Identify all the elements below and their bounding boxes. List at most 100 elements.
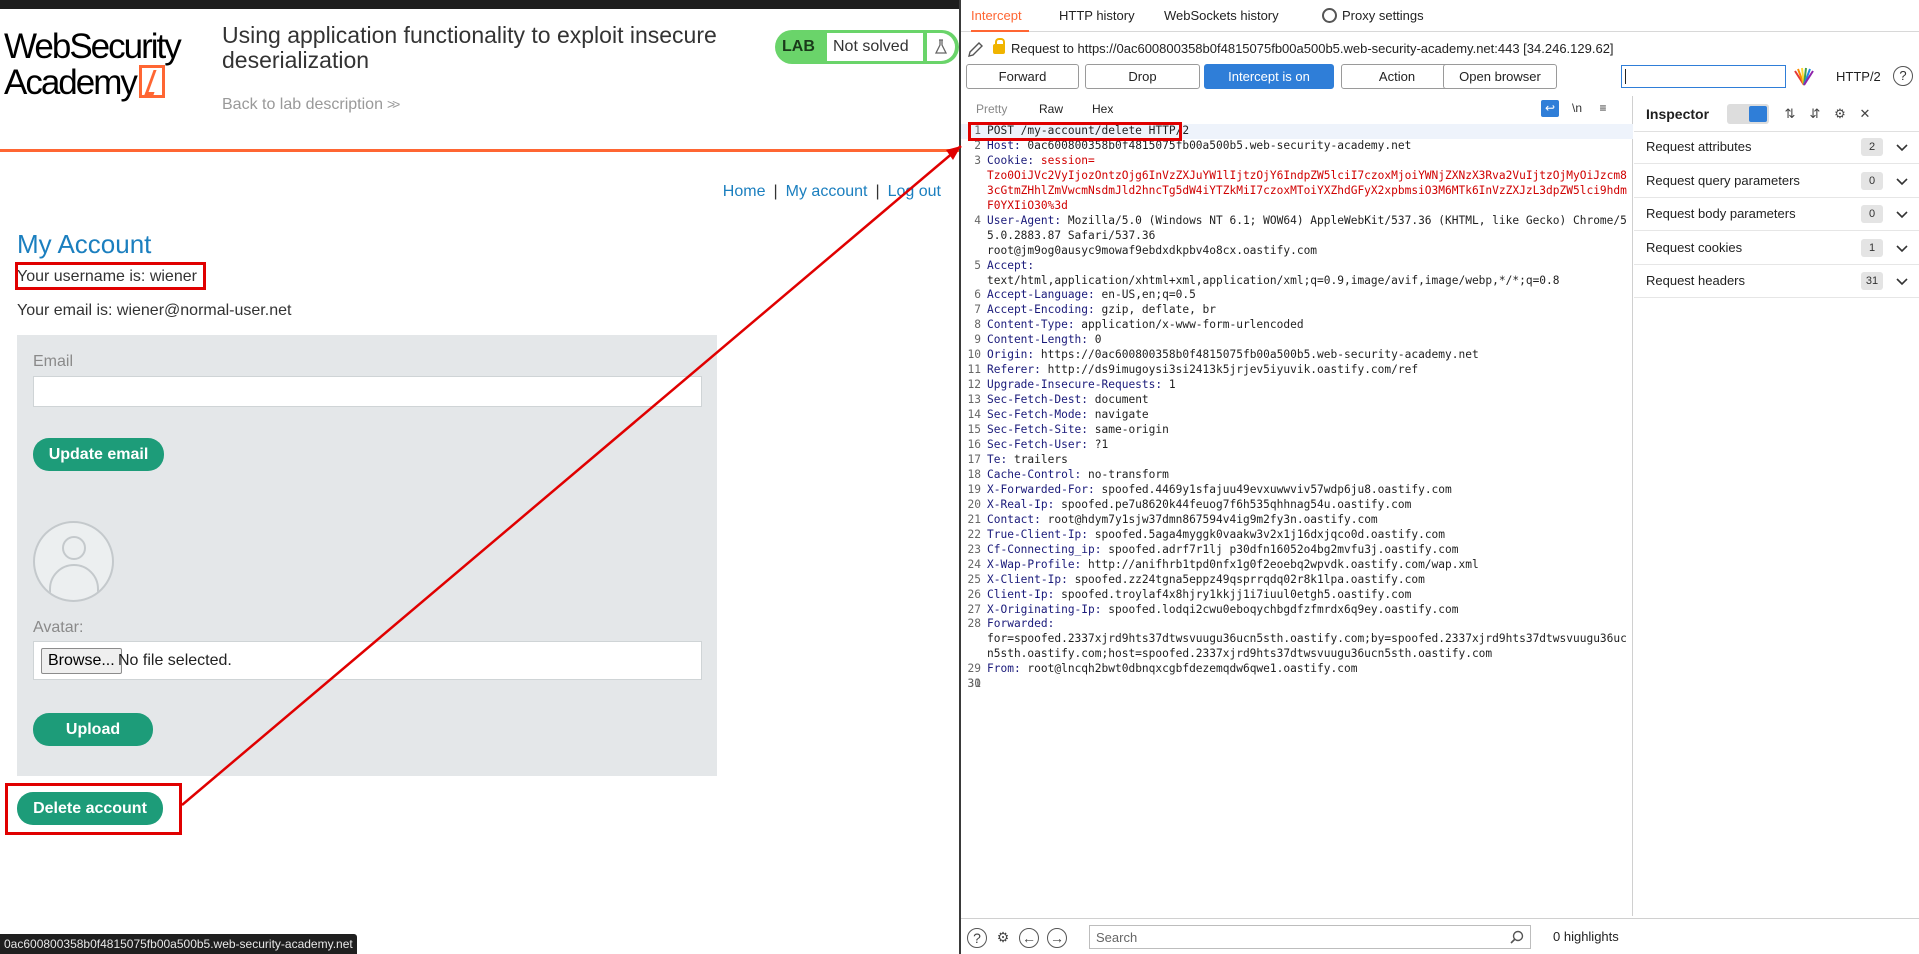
tab-proxy-settings[interactable]: Proxy settings bbox=[1322, 0, 1424, 32]
forward-button[interactable]: Forward bbox=[966, 64, 1079, 89]
layout-list-icon[interactable] bbox=[1729, 106, 1747, 122]
tab-hex[interactable]: Hex bbox=[1092, 102, 1113, 116]
tab-websockets-history[interactable]: WebSockets history bbox=[1164, 0, 1279, 32]
header-name: Te: bbox=[987, 452, 1008, 466]
header-value: http://ds9imugoysi3si2413k5jrjev5iyuvik.… bbox=[1040, 363, 1419, 377]
intercept-search-input[interactable] bbox=[1621, 65, 1786, 88]
nav-logout-link[interactable]: Log out bbox=[888, 183, 941, 200]
line-number: 17 bbox=[967, 452, 981, 466]
nav-home-link[interactable]: Home bbox=[723, 183, 766, 200]
request-line: 25 X-Client-Ip: spoofed.zz24tgna5eppz49qs… bbox=[961, 573, 1633, 588]
double-chevron-icon: >> bbox=[386, 96, 400, 112]
tab-intercept[interactable]: Intercept bbox=[971, 0, 1029, 32]
inspector-section-count: 2 bbox=[1861, 138, 1883, 156]
update-email-button[interactable]: Update email bbox=[33, 438, 164, 471]
collapse-all-icon[interactable]: ⇵ bbox=[1807, 106, 1823, 122]
chevron-down-icon[interactable] bbox=[1895, 140, 1909, 154]
email-input[interactable] bbox=[33, 376, 702, 407]
request-line: 28 Forwarded: for=spoofed.2337xjrd9hts37d… bbox=[961, 617, 1633, 662]
header-value: https://0ac600800358b0f4815075fb00a500b5… bbox=[1034, 348, 1479, 362]
close-icon[interactable]: ✕ bbox=[1857, 106, 1873, 122]
request-line: 12 Upgrade-Insecure-Requests: 1 bbox=[961, 378, 1633, 393]
inspector-section-label: Request body parameters bbox=[1646, 206, 1796, 221]
proxy-settings-label: Proxy settings bbox=[1342, 8, 1424, 23]
inspector-section[interactable]: Request headers 31 bbox=[1634, 264, 1919, 298]
inspector-section[interactable]: Request attributes 2 bbox=[1634, 130, 1919, 164]
drop-button[interactable]: Drop bbox=[1085, 64, 1200, 89]
layout-columns-icon[interactable] bbox=[1749, 106, 1767, 122]
header-name: Cf-Connecting_ip: bbox=[987, 542, 1102, 556]
request-line: 16 Sec-Fetch-User: ?1 bbox=[961, 438, 1633, 453]
tab-pretty[interactable]: Pretty bbox=[976, 102, 1007, 116]
line-number: 14 bbox=[967, 408, 981, 422]
header-value: no-transform bbox=[1081, 467, 1169, 481]
gear-icon[interactable]: ⚙ bbox=[993, 928, 1013, 948]
line-number: 26 bbox=[967, 587, 981, 601]
pen-icon[interactable] bbox=[967, 40, 985, 58]
browse-button[interactable]: Browse... bbox=[41, 648, 122, 674]
open-browser-button[interactable]: Open browser bbox=[1443, 64, 1557, 89]
help-icon[interactable]: ? bbox=[1893, 66, 1913, 86]
header-name: X-Client-Ip: bbox=[987, 572, 1068, 586]
chevron-down-icon[interactable] bbox=[1895, 274, 1909, 288]
inspector-section[interactable]: Request query parameters 0 bbox=[1634, 164, 1919, 198]
request-editor[interactable]: Pretty Raw Hex ↩ \n ≡ 1 POST /my-account/… bbox=[961, 96, 1633, 916]
back-link-label: Back to lab description bbox=[222, 96, 383, 113]
request-line: 26 Client-Ip: spoofed.troylaf4x8hjry1kkjj… bbox=[961, 588, 1633, 603]
request-line: 27 X-Originating-Ip: spoofed.lodqi2cwu0eb… bbox=[961, 603, 1633, 618]
wrap-icon[interactable]: ↩ bbox=[1541, 100, 1559, 117]
action-button[interactable]: Action bbox=[1341, 64, 1453, 89]
header-name: Forwarded: bbox=[987, 617, 1055, 631]
chevron-down-icon[interactable] bbox=[1895, 241, 1909, 255]
lab-title: Using application functionality to explo… bbox=[222, 22, 717, 73]
line-number: 25 bbox=[967, 572, 981, 586]
chevron-down-icon[interactable] bbox=[1895, 174, 1909, 188]
request-line: 20 X-Real-Ip: spoofed.pe7u8620k44feuog7f6… bbox=[961, 498, 1633, 513]
expand-all-icon[interactable]: ⇅ bbox=[1782, 106, 1798, 122]
rainbow-icon[interactable] bbox=[1793, 67, 1815, 87]
inspector-section[interactable]: Request cookies 1 bbox=[1634, 231, 1919, 265]
header-value: Mozilla/5.0 (Windows NT 6.1; WOW64) Appl… bbox=[987, 213, 1627, 257]
editor-view-tabs: Pretty Raw Hex ↩ \n ≡ bbox=[961, 96, 1633, 122]
layout-toggle[interactable] bbox=[1727, 104, 1769, 124]
email-text: Your email is: wiener@normal-user.net bbox=[17, 302, 292, 319]
back-to-lab-description-link[interactable]: Back to lab description >> bbox=[222, 96, 400, 114]
header-value: http://anifhrb1tpd0nfx1g0f2eoebq2wpvdk.o… bbox=[1081, 557, 1479, 571]
menu-icon[interactable]: ≡ bbox=[1594, 100, 1612, 117]
inspector-panel: Inspector ⇅ ⇵ ⚙ ✕ Request attributes 2 Req… bbox=[1634, 96, 1919, 916]
intercept-toolbar: Forward Drop Intercept is on Action Open… bbox=[961, 64, 1919, 91]
forward-icon[interactable]: → bbox=[1047, 928, 1067, 948]
header-name: Cookie: bbox=[987, 153, 1035, 167]
editor-search-input[interactable]: Search bbox=[1089, 925, 1531, 949]
chevron-down-icon[interactable] bbox=[1895, 207, 1909, 221]
line-number: 28 bbox=[967, 617, 981, 631]
upload-button[interactable]: Upload bbox=[33, 713, 153, 746]
logo-bolt-icon bbox=[138, 65, 165, 98]
inspector-settings-icon[interactable]: ⚙ bbox=[1832, 106, 1848, 122]
header-value: root@lncqh2bwt0dbnqxcgbfdezemqdw6qwe1.oa… bbox=[1020, 662, 1358, 676]
header-value: text/html,application/xhtml+xml,applicat… bbox=[987, 273, 1560, 287]
back-icon[interactable]: ← bbox=[1019, 928, 1039, 948]
newline-toggle[interactable]: \n bbox=[1568, 100, 1586, 117]
inspector-section[interactable]: Request body parameters 0 bbox=[1634, 197, 1919, 231]
avatar-placeholder-icon bbox=[33, 521, 114, 602]
line-number: 12 bbox=[967, 378, 981, 392]
tab-raw[interactable]: Raw bbox=[1039, 102, 1063, 116]
intercept-toggle-button[interactable]: Intercept is on bbox=[1204, 64, 1334, 89]
header-name: Content-Type: bbox=[987, 318, 1075, 332]
nav-my-account-link[interactable]: My account bbox=[786, 183, 868, 200]
logo-line2: Academy bbox=[4, 63, 138, 102]
annotation-box-request-line bbox=[968, 122, 1182, 141]
header-value: spoofed.4469y1sfajuu49evxuwwviv57wdp6ju8… bbox=[1094, 482, 1452, 496]
tab-http-history[interactable]: HTTP history bbox=[1059, 0, 1135, 32]
request-line: 5 Accept: text/html,application/xhtml+xml… bbox=[961, 259, 1633, 289]
help-icon[interactable]: ? bbox=[967, 928, 987, 948]
line-number: 19 bbox=[967, 482, 981, 496]
line-number: 11 bbox=[967, 363, 981, 377]
line-number: 3 bbox=[974, 153, 981, 167]
request-target-text: Request to https://0ac600800358b0f481507… bbox=[1011, 41, 1614, 56]
inspector-section-count: 0 bbox=[1861, 205, 1883, 223]
web-security-academy-logo[interactable]: WebSecurity Academy bbox=[4, 29, 204, 101]
line-number: 7 bbox=[974, 303, 981, 317]
request-line: 11 Referer: http://ds9imugoysi3si2413k5jr… bbox=[961, 363, 1633, 378]
